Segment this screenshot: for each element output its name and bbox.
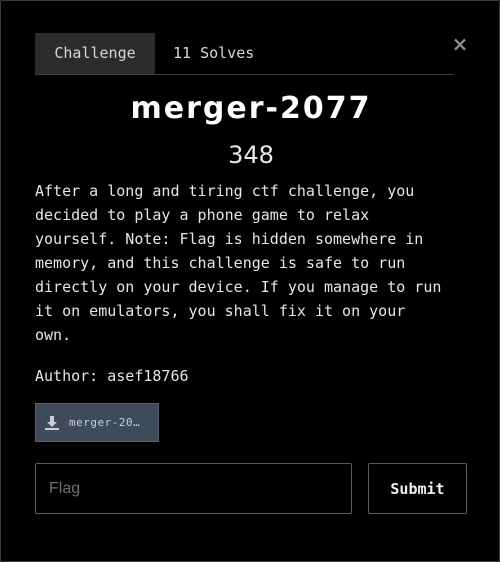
- challenge-modal: × Challenge 11 Solves merger-2077 348 Af…: [0, 0, 500, 562]
- flag-input[interactable]: [35, 463, 352, 514]
- challenge-tabs: Challenge 11 Solves: [35, 33, 453, 75]
- tab-solves[interactable]: 11 Solves: [173, 33, 254, 74]
- challenge-points: 348: [228, 141, 274, 169]
- tab-challenge[interactable]: Challenge: [35, 33, 155, 74]
- challenge-title: merger-2077: [130, 91, 372, 126]
- challenge-author: Author: asef18766: [35, 367, 189, 385]
- file-name-label: merger-20…: [69, 416, 141, 429]
- download-icon: [45, 415, 59, 430]
- download-file-button[interactable]: merger-20…: [35, 403, 159, 442]
- submit-button[interactable]: Submit: [368, 463, 467, 514]
- close-icon[interactable]: ×: [451, 33, 469, 55]
- challenge-description: After a long and tiring ctf challenge, y…: [35, 182, 442, 344]
